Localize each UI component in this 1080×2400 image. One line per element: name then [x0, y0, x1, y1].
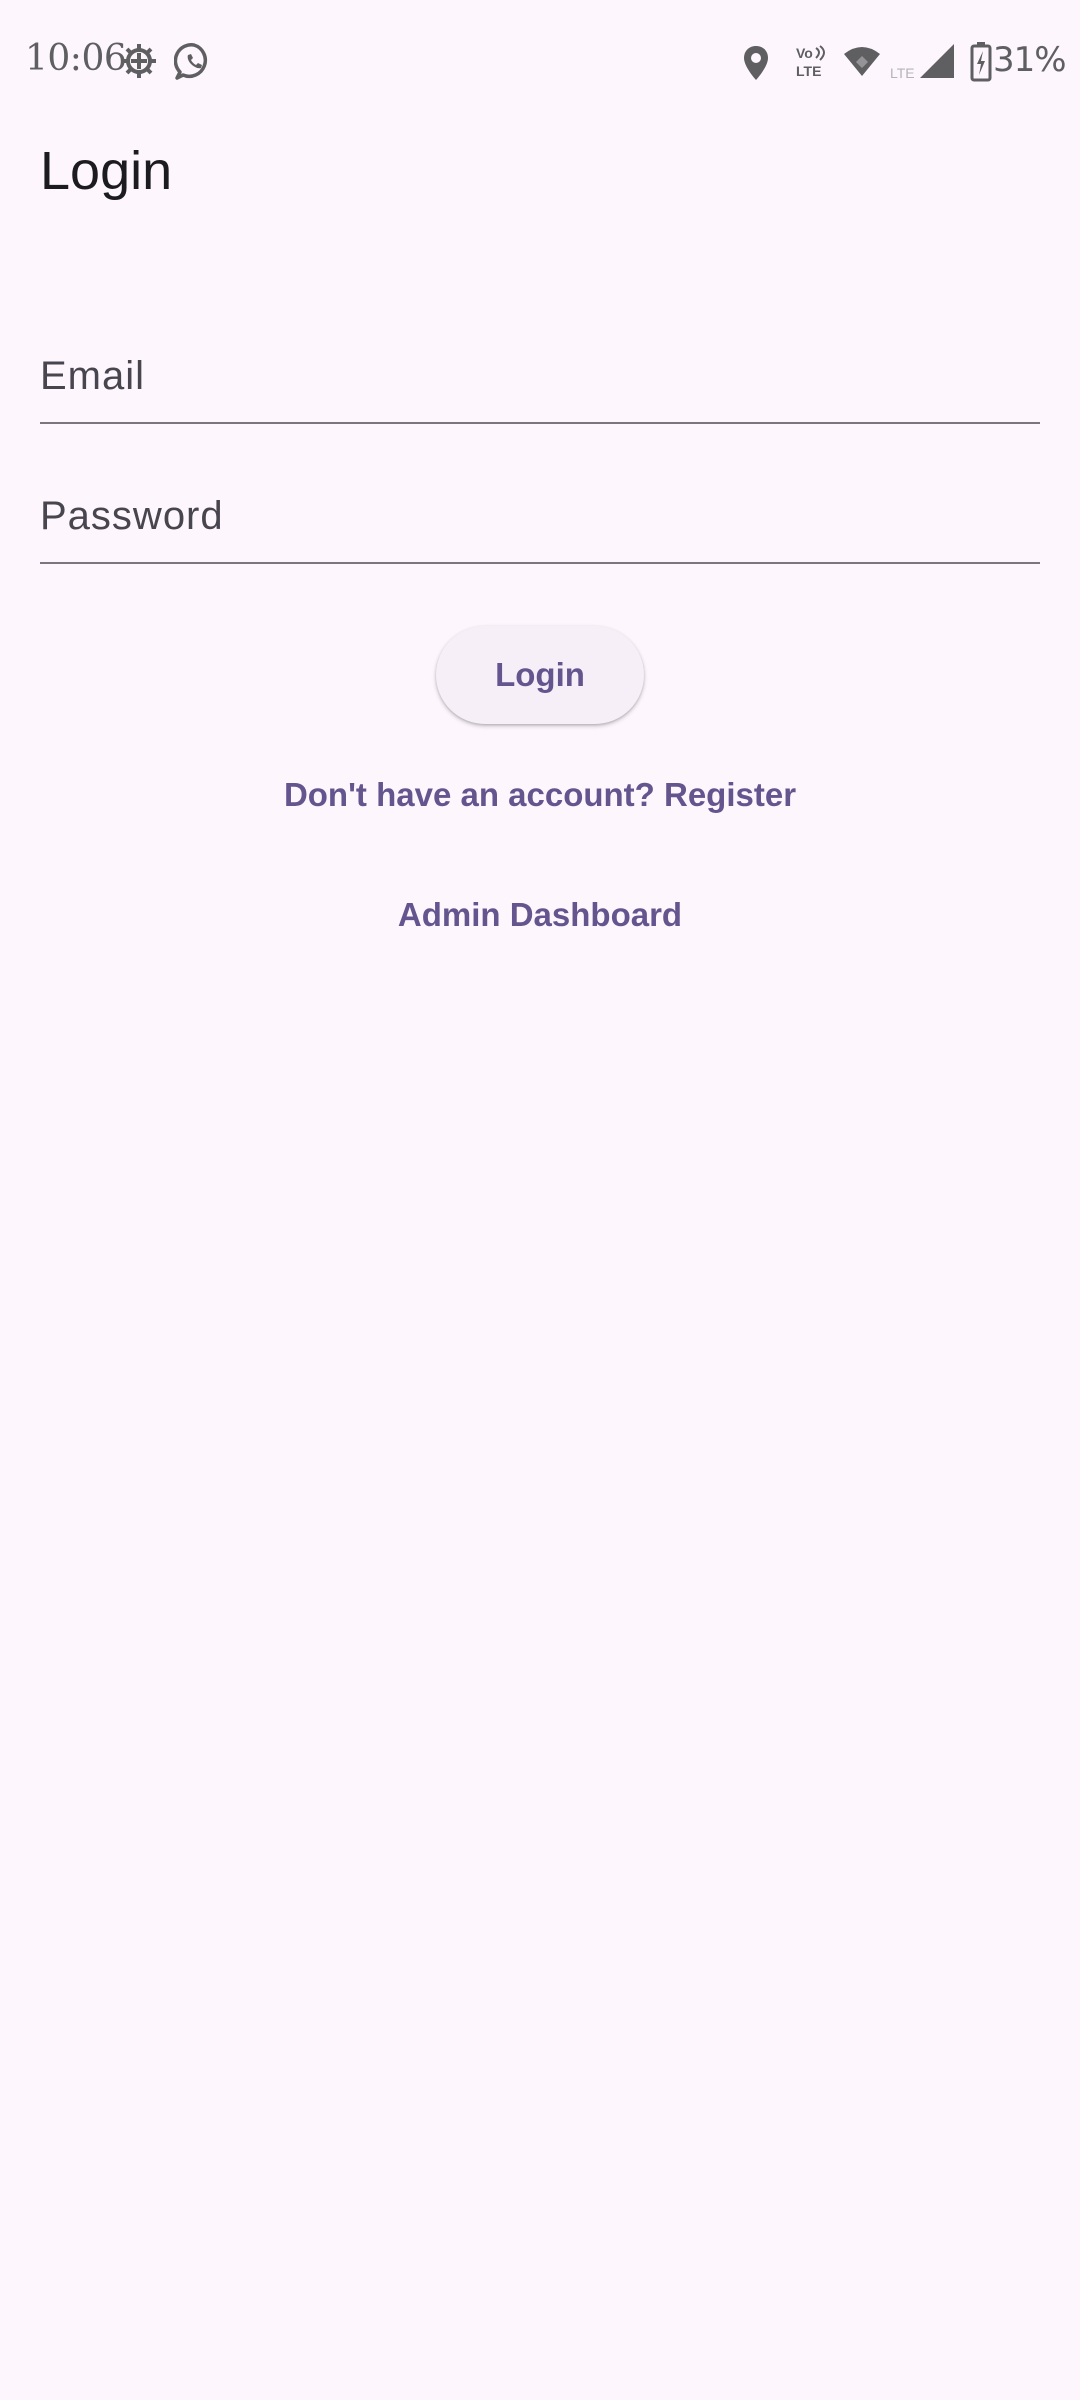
whatsapp-icon	[174, 43, 208, 80]
wifi-icon	[844, 47, 880, 76]
status-time: 10:06	[25, 38, 127, 79]
login-button[interactable]: Login	[436, 626, 644, 724]
admin-dashboard-link[interactable]: Admin Dashboard	[0, 896, 1080, 934]
battery-charging-icon	[970, 42, 992, 82]
location-pin-icon	[744, 46, 768, 80]
lte-signal-icon: LTE	[890, 44, 954, 81]
password-field[interactable]	[40, 440, 1040, 562]
email-field-container	[40, 300, 1040, 424]
password-field-container	[40, 440, 1040, 564]
volte-icon: Vo LTE	[796, 45, 825, 79]
battery-percentage: 31%	[993, 40, 1067, 80]
status-bar: 10:06 Vo LTE LTE 31%	[0, 0, 1080, 124]
register-link[interactable]: Don't have an account? Register	[0, 776, 1080, 814]
email-field[interactable]	[40, 300, 1040, 422]
svg-text:LTE: LTE	[796, 63, 821, 79]
svg-text:LTE: LTE	[890, 65, 915, 81]
svg-text:Vo: Vo	[796, 45, 813, 61]
page-title: Login	[40, 141, 173, 201]
settings-gear-icon	[122, 44, 156, 78]
